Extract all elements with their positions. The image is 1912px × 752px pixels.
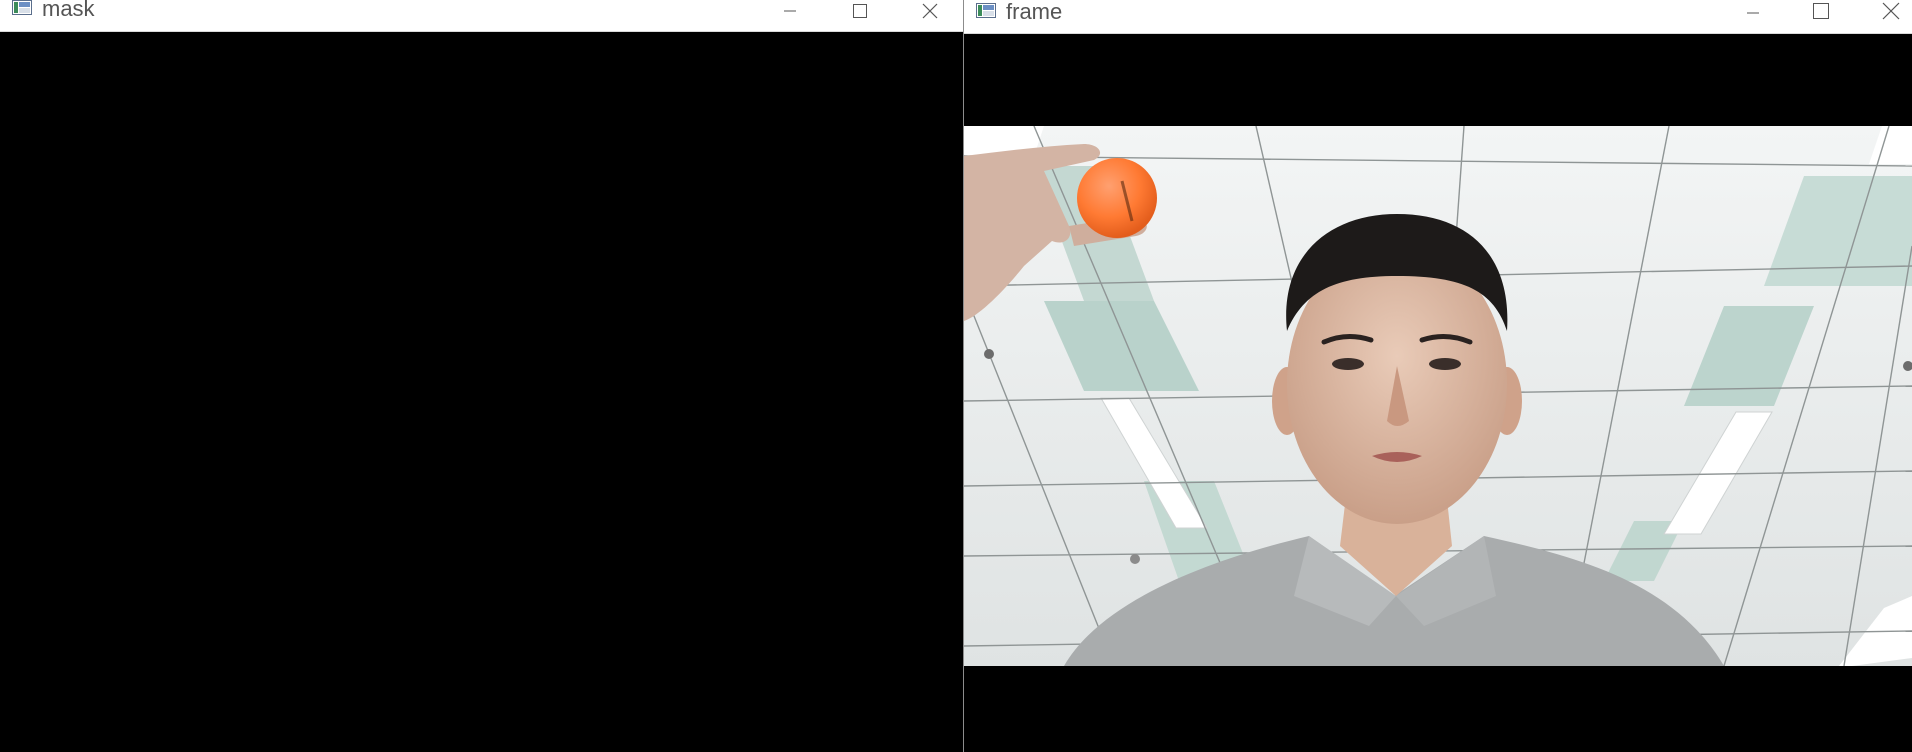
mask-image [0,32,963,752]
window-title: frame [1006,0,1063,24]
ceiling-sensor [984,349,994,359]
eye [1332,358,1364,370]
minimize-button[interactable] [1725,0,1781,22]
app-icon [976,3,996,18]
maximize-icon [1813,3,1829,19]
mask-titlebar[interactable]: mask [0,0,963,32]
close-icon [922,3,938,19]
eye [1429,358,1461,370]
frame-window: frame [964,0,1912,752]
maximize-button[interactable] [832,0,888,22]
window-title: mask [42,0,95,21]
close-icon [1882,2,1900,20]
mask-window: mask [0,0,964,752]
maximize-button[interactable] [1793,0,1849,22]
maximize-icon [853,4,867,18]
camera-scene [964,126,1912,666]
ceiling-sensor [1130,554,1140,564]
orange-ball [1077,158,1157,238]
minimize-icon [1747,12,1759,14]
close-button[interactable] [902,0,958,22]
camera-feed [964,126,1912,666]
minimize-button[interactable] [762,0,818,22]
minimize-icon [784,10,796,12]
frame-titlebar[interactable]: frame [964,0,1912,34]
close-button[interactable] [1863,0,1912,22]
app-icon [12,0,32,15]
